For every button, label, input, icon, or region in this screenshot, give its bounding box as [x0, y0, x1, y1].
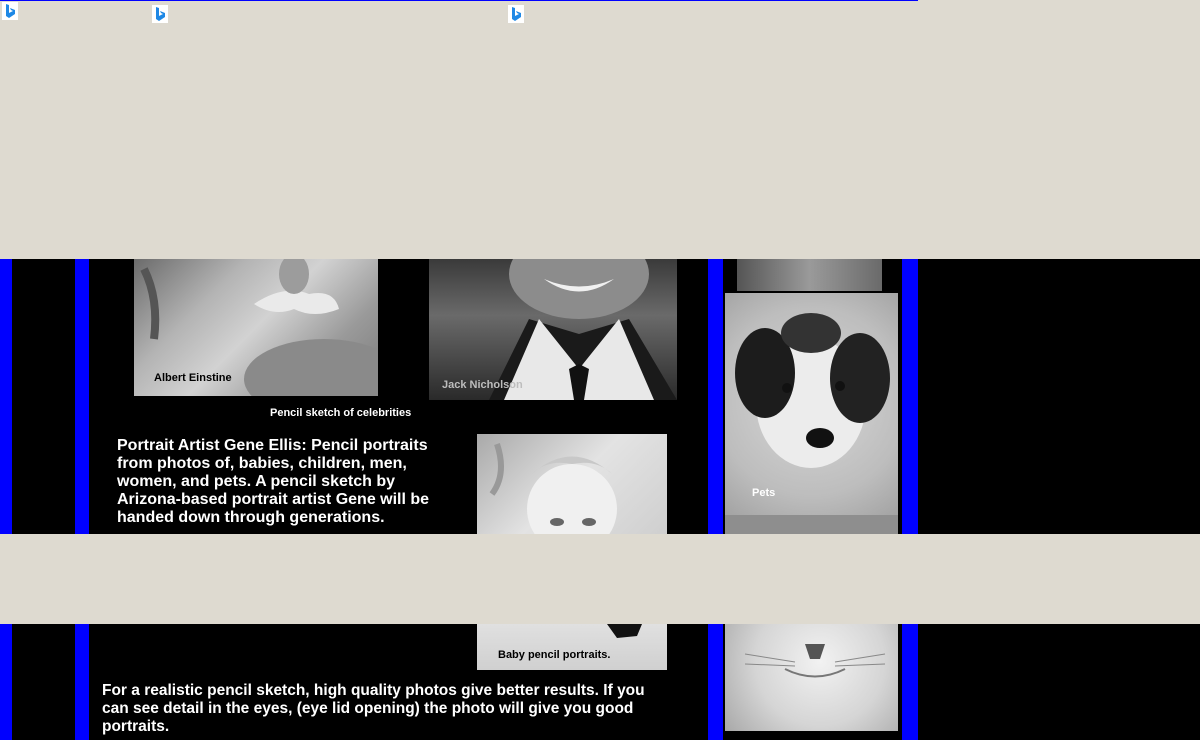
left-inner-border	[75, 624, 89, 740]
bing-icon[interactable]	[152, 5, 168, 23]
left-inner-border	[75, 259, 89, 534]
nicholson-sketch-image[interactable]: Jack Nicholson	[429, 259, 677, 400]
right-border	[902, 259, 918, 534]
bing-icon[interactable]	[2, 2, 18, 20]
pet-sketch-image-top[interactable]	[737, 259, 882, 291]
baby-sketch-image-bottom[interactable]: Baby pencil portraits.	[477, 624, 667, 670]
right-inner-border	[708, 624, 723, 740]
baby-caption: Baby pencil portraits.	[498, 649, 611, 661]
page-content-upper: Albert Einstine Jack Nicholson Pencil sk…	[0, 259, 1200, 534]
nicholson-caption: Jack Nicholson	[442, 379, 523, 391]
top-border-line	[0, 0, 918, 1]
photo-tip-paragraph: For a realistic pencil sketch, high qual…	[102, 682, 645, 735]
bing-icon[interactable]	[508, 5, 524, 23]
einstein-caption: Albert Einstine	[154, 372, 232, 384]
right-border	[902, 624, 918, 740]
pets-caption: Pets	[752, 487, 776, 499]
dog-sketch-image[interactable]: Pets	[725, 293, 898, 534]
cat-sketch-image[interactable]	[725, 624, 898, 731]
page-content-lower: Baby pencil portraits. For a realistic p…	[0, 624, 1200, 740]
left-border	[0, 624, 12, 740]
left-border	[0, 259, 12, 534]
right-inner-border	[708, 259, 723, 534]
intro-paragraph: Portrait Artist Gene Ellis: Pencil portr…	[117, 437, 430, 526]
baby-sketch-image[interactable]	[477, 434, 667, 534]
einstein-sketch-image[interactable]: Albert Einstine	[134, 259, 378, 396]
celebrities-caption: Pencil sketch of celebrities	[270, 407, 412, 419]
